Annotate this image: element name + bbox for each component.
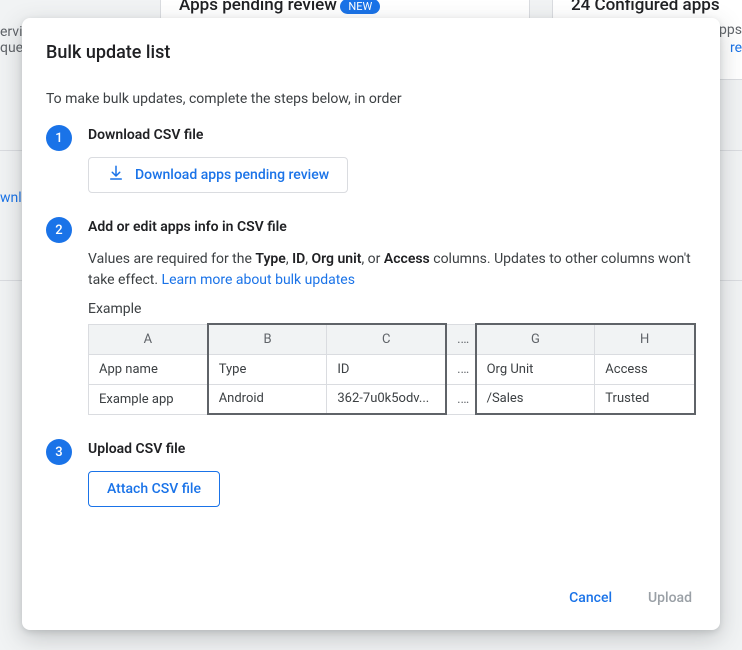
col-letter: G [476,324,595,354]
cancel-button[interactable]: Cancel [565,582,616,614]
dialog-subtitle: To make bulk updates, complete the steps… [46,91,696,107]
col-letter: C [327,324,446,354]
header-cell: App name [89,354,208,384]
bg-link-left: wnl [0,190,22,206]
header-cell: Type [208,354,327,384]
example-label: Example [88,301,696,317]
header-cell: Org Unit [476,354,595,384]
bg-frag-left2: que [0,40,23,56]
step-3-title: Upload CSV file [88,441,696,457]
col-letter: H [595,324,695,354]
header-ellipsis: ... [446,354,476,384]
step-2: 2 Add or edit apps info in CSV file Valu… [46,219,696,415]
bulk-update-dialog: Bulk update list To make bulk updates, c… [22,18,720,630]
step-2-title: Add or edit apps info in CSV file [88,219,696,235]
data-ellipsis: ... [446,384,476,414]
bg-card1-title: Apps pending review [179,0,337,15]
download-icon [107,164,125,186]
example-table: A B C ... G H App name Type ID ... Org U… [88,323,696,415]
download-csv-button[interactable]: Download apps pending review [88,157,348,193]
dialog-actions: Cancel Upload [46,570,696,614]
data-cell: Trusted [595,384,695,414]
bg-card2-title: 24 Configured apps [553,0,742,15]
attach-csv-label: Attach CSV file [107,481,201,497]
attach-csv-button[interactable]: Attach CSV file [88,471,220,507]
step-2-description: Values are required for the Type, ID, Or… [88,249,696,291]
data-cell: Example app [89,384,208,414]
header-cell: Access [595,354,695,384]
data-cell: 362-7u0k5odv... [327,384,446,414]
upload-button[interactable]: Upload [644,582,696,614]
data-cell: Android [208,384,327,414]
download-csv-label: Download apps pending review [135,167,329,183]
step-1-title: Download CSV file [88,127,696,143]
step-3: 3 Upload CSV file Attach CSV file [46,441,696,507]
col-letter: A [89,324,208,354]
data-cell: /Sales [476,384,595,414]
bg-frag-link: re [730,40,742,56]
step-1: 1 Download CSV file Download apps pendin… [46,127,696,193]
learn-more-link[interactable]: Learn more about bulk updates [162,272,355,288]
step-2-number: 2 [46,217,72,243]
col-letter: B [208,324,327,354]
bg-new-badge: NEW [340,0,380,14]
step-3-number: 3 [46,439,72,465]
step-1-number: 1 [46,125,72,151]
header-cell: ID [327,354,446,384]
col-ellipsis: ... [446,324,476,354]
dialog-title: Bulk update list [46,42,696,63]
